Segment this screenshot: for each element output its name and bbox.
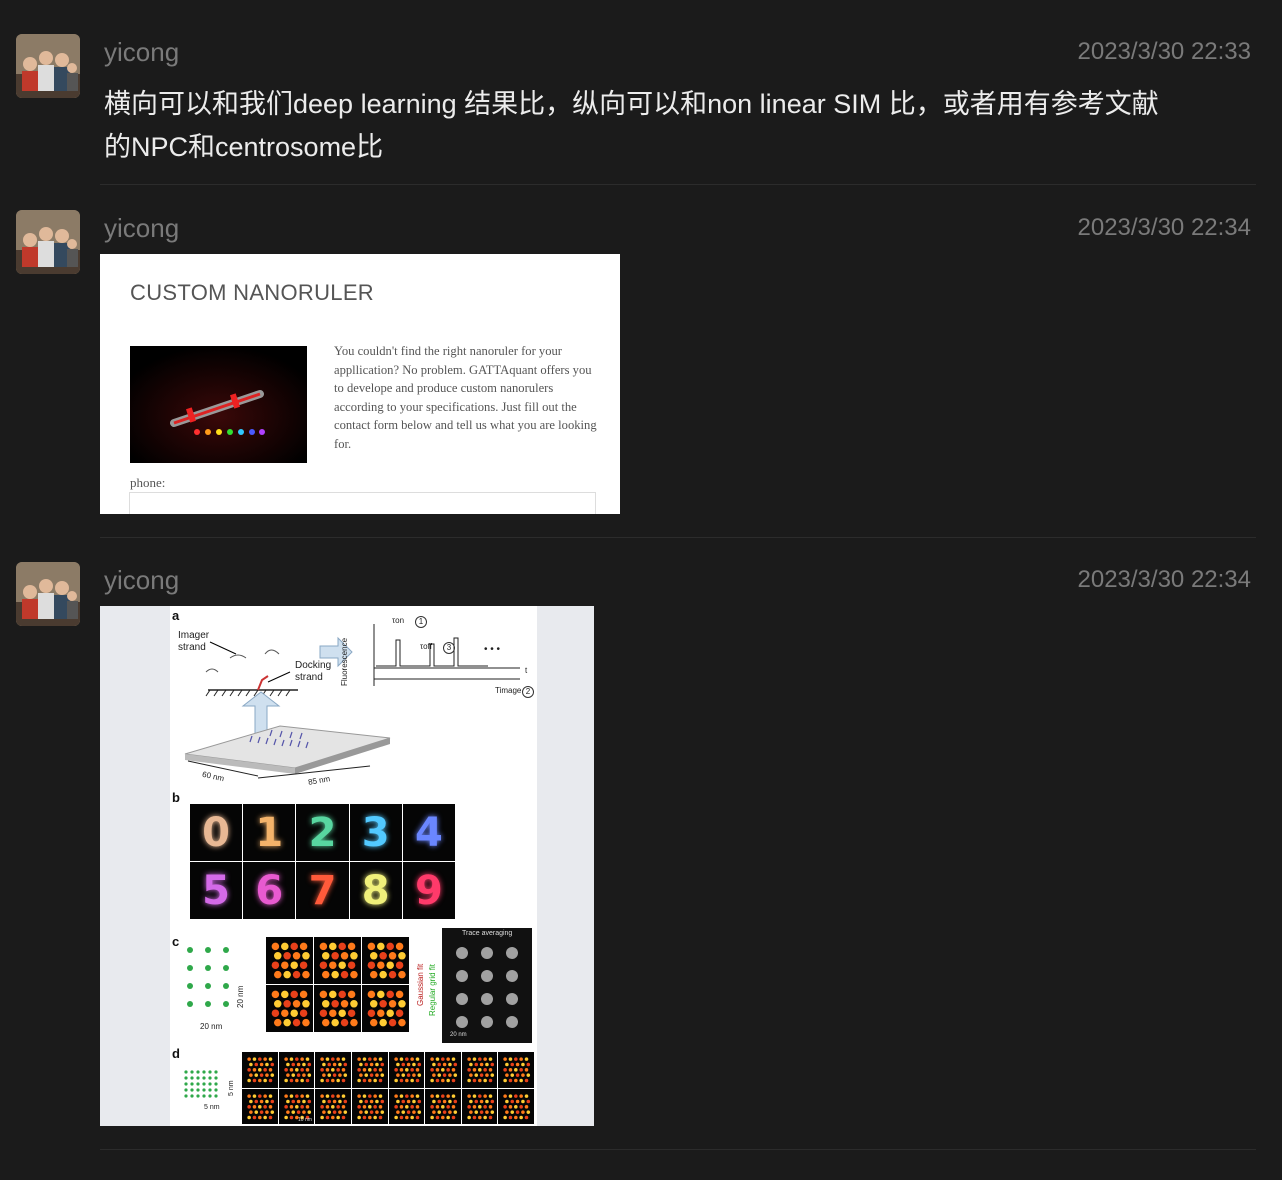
origami-grid xyxy=(266,937,409,1032)
username[interactable]: yicong xyxy=(104,565,179,596)
image-description: You couldn't find the right nanoruler fo… xyxy=(334,344,597,451)
message-text: 横向可以和我们deep learning 结果比，纵向可以和non linear… xyxy=(104,83,1254,169)
circle-1: 1 xyxy=(415,616,427,628)
scale-bar-20nm: 20 nm xyxy=(450,1032,467,1038)
digit-cell: 7 xyxy=(296,862,349,919)
dots: • • • xyxy=(484,644,501,655)
dense-origami-cell xyxy=(461,1052,498,1088)
digit-cell: 9 xyxy=(402,862,455,919)
avatar[interactable] xyxy=(16,562,80,626)
digit-glyph: 8 xyxy=(361,867,390,914)
panel-label-c: c xyxy=(172,934,180,949)
digit-glyph: 0 xyxy=(202,809,231,856)
divider xyxy=(100,537,1256,538)
image-attachment[interactable]: CUSTOM NANORULER You couldn't find the r… xyxy=(100,254,620,514)
origami-cell xyxy=(266,937,313,984)
origami-cell xyxy=(314,937,361,984)
digit-cell: 5 xyxy=(190,862,243,919)
dense-origami-cell xyxy=(315,1088,351,1125)
origami-cell xyxy=(314,985,361,1032)
digit-glyph: 5 xyxy=(202,867,231,914)
digit-grid: 01234 56789 xyxy=(190,804,455,919)
dense-origami-cell xyxy=(351,1052,388,1088)
dim-20nm-vertical: 20 nm xyxy=(236,985,245,1008)
digit-cell: 6 xyxy=(243,862,296,919)
avatar-photo xyxy=(16,34,80,98)
divider xyxy=(100,184,1256,185)
timestamp: 2023/3/30 22:34 xyxy=(1077,214,1252,241)
avatar-photo xyxy=(16,562,80,626)
dense-origami-cell xyxy=(388,1052,425,1088)
origami-cell xyxy=(362,985,409,1032)
t-on-label: τon xyxy=(392,616,405,625)
dense-origami-cell xyxy=(278,1052,315,1088)
digit-cell: 8 xyxy=(349,862,402,919)
timestamp: 2023/3/30 22:34 xyxy=(1077,566,1252,593)
avatar[interactable] xyxy=(16,210,80,274)
phone-input xyxy=(129,492,596,514)
dense-origami-grid xyxy=(242,1052,534,1125)
digit-glyph: 7 xyxy=(308,867,337,914)
digit-glyph: 3 xyxy=(361,809,390,856)
timestamp: 2023/3/30 22:33 xyxy=(1077,38,1252,65)
divider xyxy=(100,1149,1256,1150)
digit-glyph: 2 xyxy=(308,809,337,856)
panel-label-b: b xyxy=(172,790,180,805)
digit-cell: 1 xyxy=(243,804,296,861)
circle-3: 3 xyxy=(443,642,455,654)
dense-origami-cell xyxy=(425,1052,461,1088)
trace-averaging-label: Trace averaging xyxy=(462,930,513,937)
trace-averaging-image: Trace averaging 20 nm xyxy=(442,928,532,1043)
dense-origami-cell xyxy=(388,1088,425,1125)
dense-origami-cell xyxy=(242,1088,278,1125)
figure: a Imager strand Docking strand Fluoresce… xyxy=(170,606,537,1126)
origami-cell xyxy=(266,985,313,1032)
digit-cell: 2 xyxy=(296,804,349,861)
green-dot-grid xyxy=(187,947,229,1007)
digit-glyph: 4 xyxy=(414,809,443,856)
scale-bar-10nm: 10 nm xyxy=(298,1117,312,1123)
green-dense-grid xyxy=(184,1070,218,1098)
panel-a-diagram xyxy=(184,624,520,779)
message-text-line-2: 的NPC和centrosome比 xyxy=(104,132,384,162)
digit-glyph: 1 xyxy=(255,809,284,856)
digit-glyph: 9 xyxy=(414,867,443,914)
t-off-label: τoff xyxy=(420,642,432,651)
dim-5nm-vertical: 5 nm xyxy=(228,1080,235,1096)
t-image-label: Timage xyxy=(495,686,522,695)
digit-cell: 3 xyxy=(349,804,402,861)
dense-origami-cell xyxy=(498,1052,534,1088)
image-attachment[interactable]: a Imager strand Docking strand Fluoresce… xyxy=(100,606,594,1126)
origami-cell xyxy=(362,937,409,984)
username[interactable]: yicong xyxy=(104,37,179,68)
dense-origami-cell xyxy=(351,1088,388,1125)
dense-origami-cell xyxy=(498,1088,534,1125)
dim-5nm-horizontal: 5 nm xyxy=(204,1104,220,1111)
dense-origami-cell xyxy=(242,1052,278,1088)
gaussian-fit-label: Gaussian fit xyxy=(416,963,425,1006)
nanoruler-image xyxy=(130,346,307,463)
circle-2: 2 xyxy=(522,686,534,698)
digit-cell: 4 xyxy=(402,804,455,861)
digit-cell: 0 xyxy=(190,804,243,861)
dense-origami-cell xyxy=(461,1088,498,1125)
t-axis-label: t xyxy=(525,666,528,675)
avatar[interactable] xyxy=(16,34,80,98)
avatar-photo xyxy=(16,210,80,274)
regular-grid-fit-label: Regular grid fit xyxy=(428,963,437,1016)
dense-origami-cell xyxy=(425,1088,461,1125)
image-title: CUSTOM NANORULER xyxy=(130,280,374,305)
panel-label-d: d xyxy=(172,1046,180,1061)
digit-glyph: 6 xyxy=(255,867,284,914)
fluorescence-label: Fluorescence xyxy=(340,637,349,686)
dense-origami-cell xyxy=(315,1052,351,1088)
phone-label: phone: xyxy=(130,475,166,490)
dim-20nm-horizontal: 20 nm xyxy=(200,1022,223,1031)
message-text-line-1: 横向可以和我们deep learning 结果比，纵向可以和non linear… xyxy=(104,89,1159,119)
username[interactable]: yicong xyxy=(104,213,179,244)
